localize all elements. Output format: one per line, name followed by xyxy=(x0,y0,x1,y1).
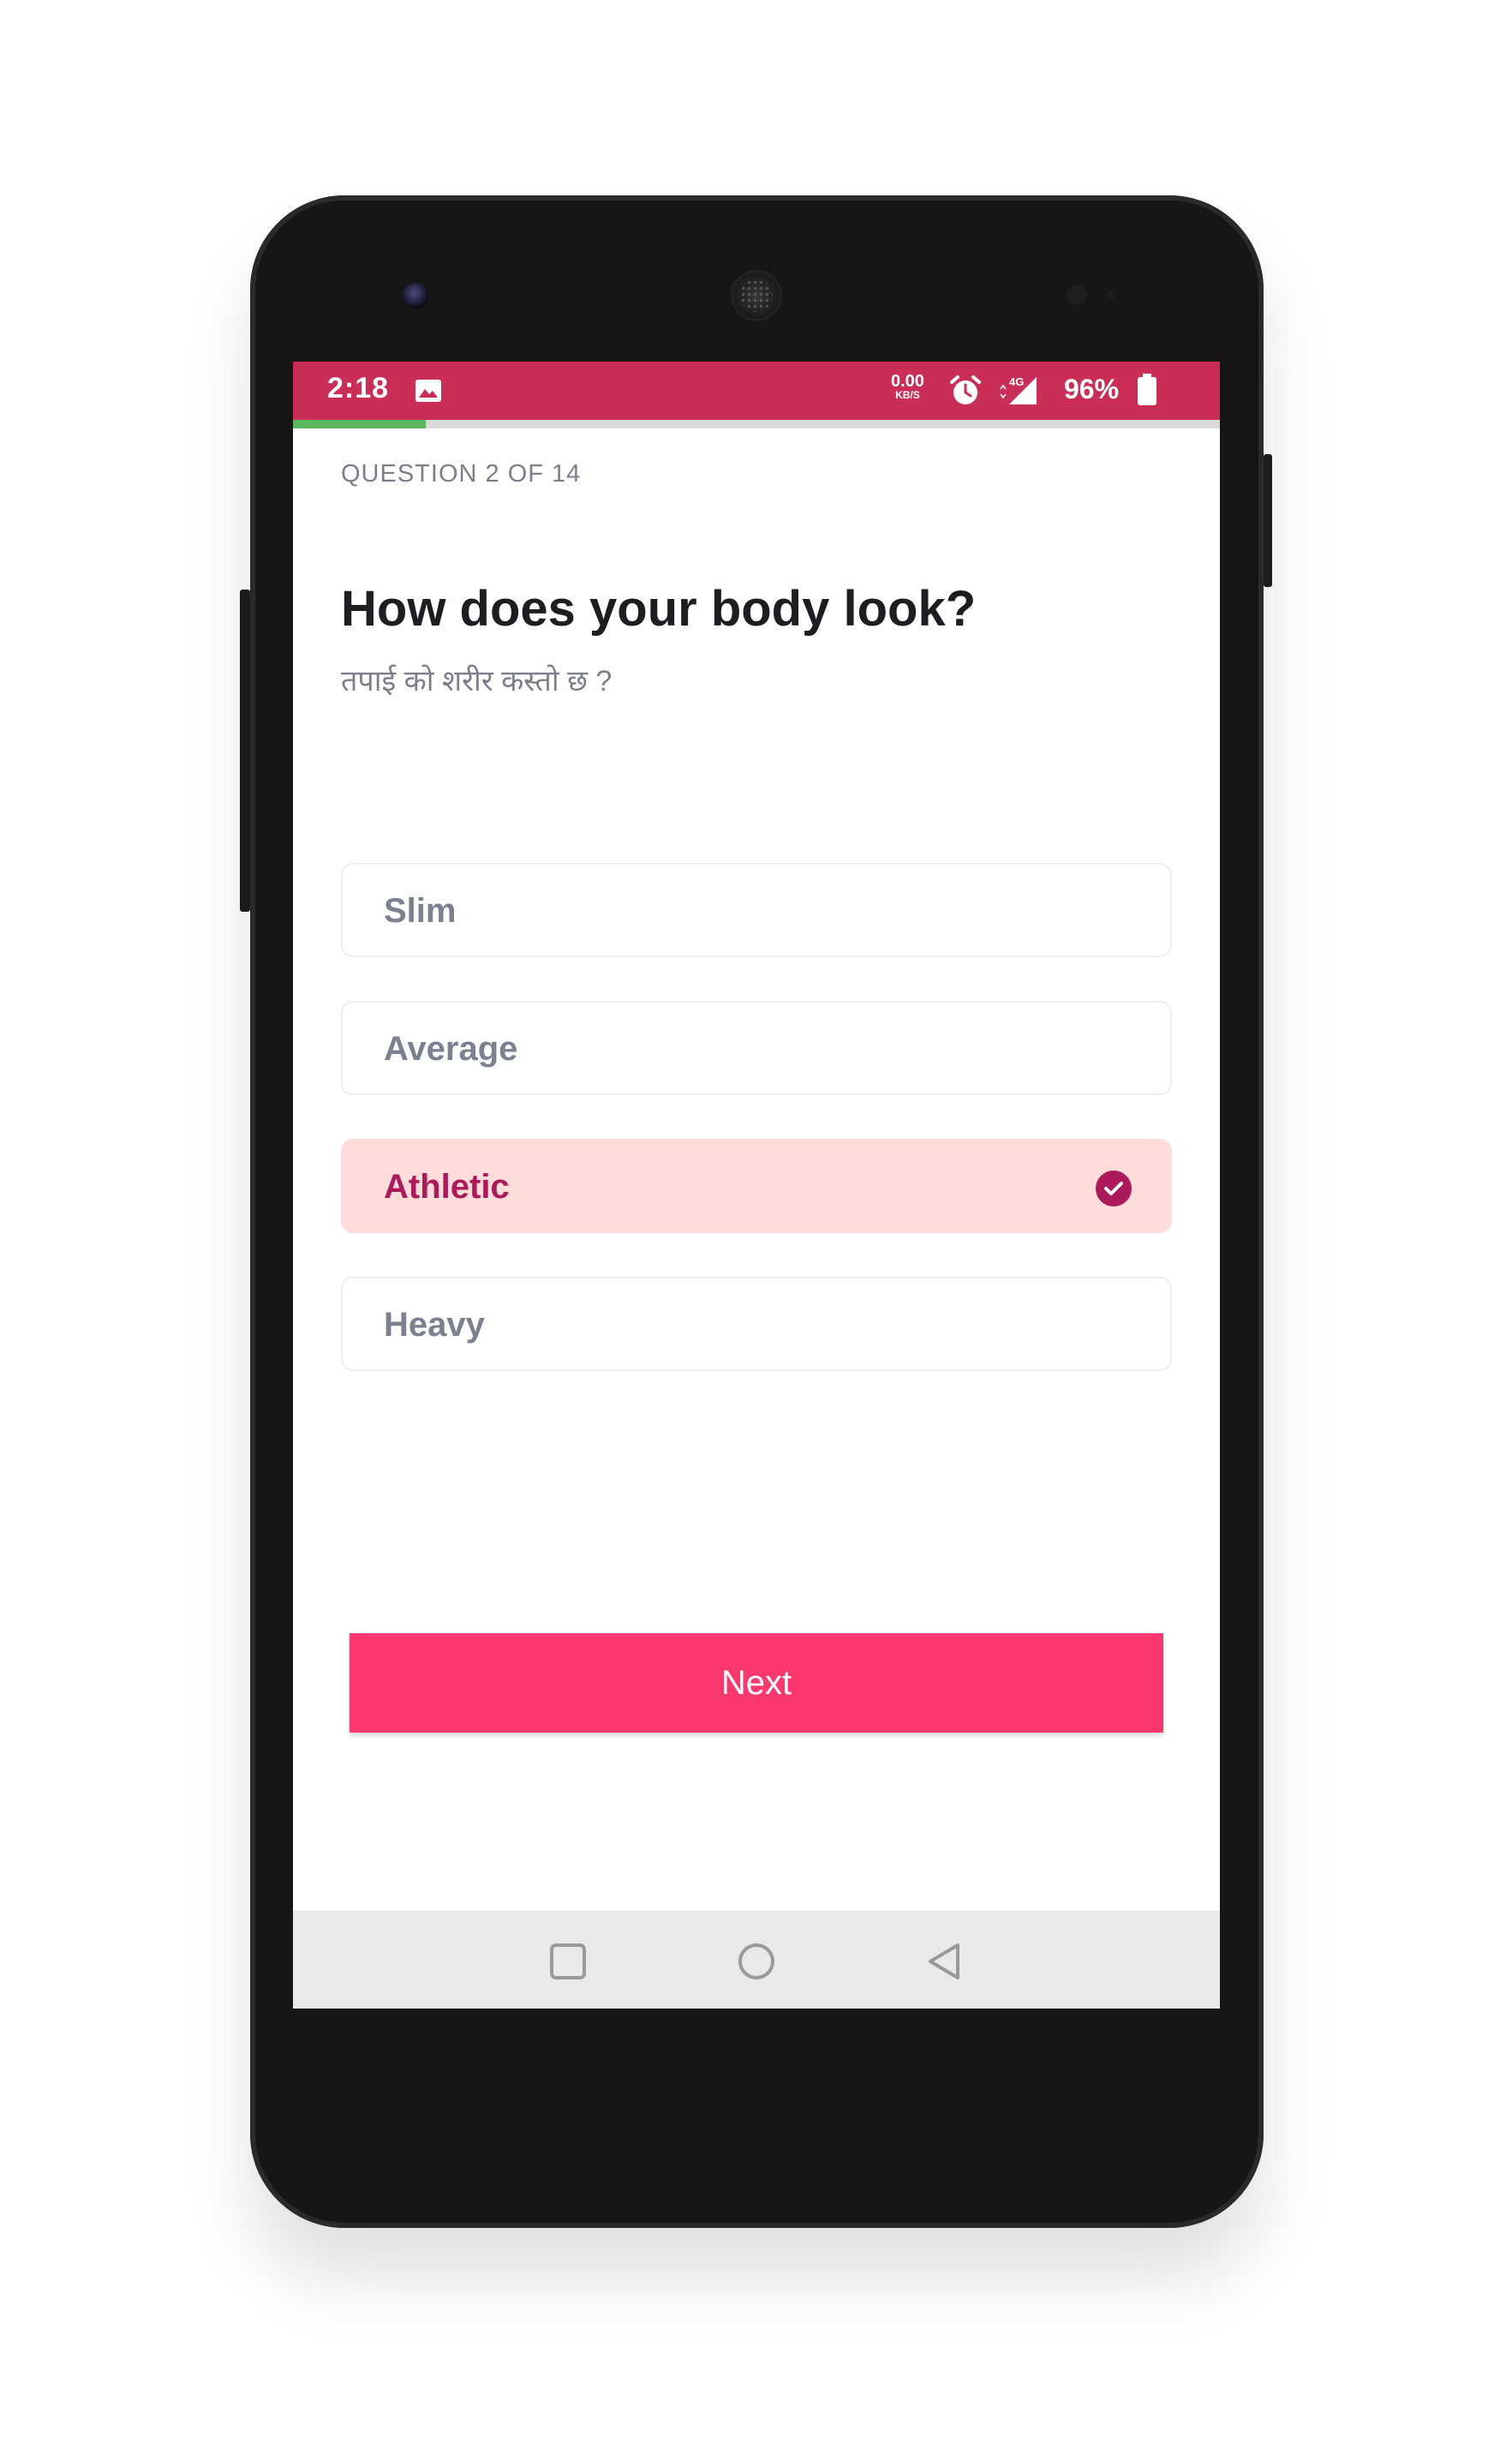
status-bar: 2:18 0.00 KB/S 4G 96% xyxy=(293,362,1220,420)
question-counter: QUESTION 2 OF 14 xyxy=(341,460,582,488)
check-circle-icon xyxy=(1096,1171,1132,1207)
quiz-progress-bar xyxy=(293,420,1220,428)
back-icon[interactable] xyxy=(923,1940,966,1983)
option-label: Heavy xyxy=(384,1306,485,1344)
option-label: Athletic xyxy=(384,1168,510,1206)
network-speed-unit: KB/S xyxy=(895,389,920,401)
option-heavy[interactable]: Heavy xyxy=(341,1277,1172,1371)
earpiece-speaker xyxy=(733,272,780,319)
battery-percent: 96% xyxy=(1064,374,1120,404)
question-title: How does your body look? xyxy=(341,581,977,637)
option-label: Slim xyxy=(384,892,457,930)
network-speed: 0.00 KB/S xyxy=(891,372,924,401)
image-notification-icon xyxy=(415,380,441,402)
quiz-progress-fill xyxy=(293,420,426,428)
app-screen: 2:18 0.00 KB/S 4G 96% QUESTION 2 OF 14 H… xyxy=(293,362,1220,2009)
network-speed-value: 0.00 xyxy=(891,372,924,391)
light-sensor xyxy=(1105,290,1115,300)
proximity-sensor xyxy=(1067,284,1087,305)
status-time: 2:18 xyxy=(327,372,390,404)
home-icon[interactable] xyxy=(735,1940,778,1983)
alarm-icon xyxy=(950,375,981,404)
next-button[interactable]: Next xyxy=(350,1633,1163,1733)
option-slim[interactable]: Slim xyxy=(341,863,1172,957)
option-label: Average xyxy=(384,1030,518,1068)
signal-4g-icon: 4G xyxy=(1000,375,1037,404)
recents-icon[interactable] xyxy=(547,1940,589,1983)
system-nav-bar xyxy=(293,1911,1220,2009)
question-subtitle: तपाई को शरीर कस्तो छ ? xyxy=(341,665,613,698)
battery-icon xyxy=(1138,374,1156,405)
volume-button xyxy=(240,590,250,912)
network-type-label: 4G xyxy=(1009,375,1024,388)
front-camera xyxy=(403,283,428,308)
power-button xyxy=(1264,454,1272,587)
option-average[interactable]: Average xyxy=(341,1001,1172,1095)
option-athletic[interactable]: Athletic xyxy=(341,1139,1172,1233)
answer-options: Slim Average Athletic Heavy xyxy=(341,863,1172,1415)
